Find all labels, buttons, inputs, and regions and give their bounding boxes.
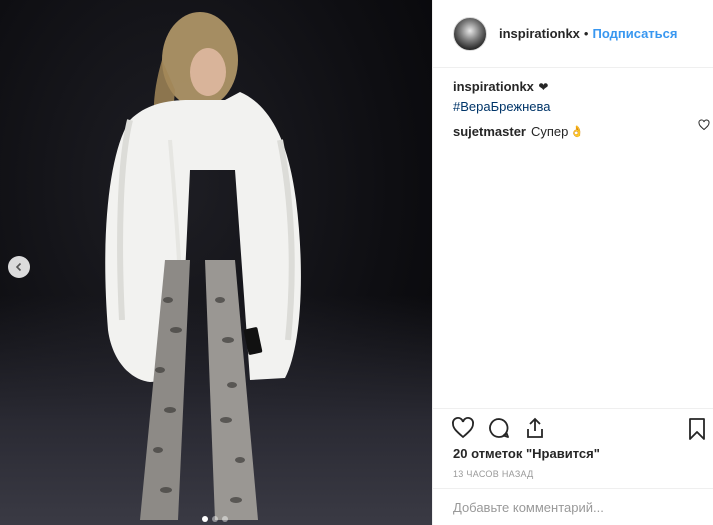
hashtag-link[interactable]: #ВераБрежнева (453, 99, 703, 114)
caption: inspirationkx ❤ #ВераБрежнева (453, 78, 703, 114)
comment-icon (489, 417, 509, 438)
post-header: inspirationkx • Подписаться (433, 0, 713, 68)
carousel-dot (222, 516, 228, 522)
comments-list: inspirationkx ❤ #ВераБрежнева sujetmaste… (453, 78, 710, 139)
comment-text: Супер (530, 124, 569, 139)
save-button[interactable] (686, 417, 708, 446)
heart-icon (698, 119, 710, 131)
carousel-dot (202, 516, 208, 522)
separator-bullet: • (583, 26, 589, 41)
follow-button[interactable]: Подписаться (592, 26, 677, 41)
avatar[interactable] (453, 16, 487, 51)
comment-like-button[interactable] (698, 118, 710, 136)
share-button[interactable] (523, 416, 547, 440)
post-timestamp[interactable]: 13 часов назад (453, 469, 534, 479)
chevron-left-icon (15, 262, 22, 272)
caption-emoji: ❤ (538, 80, 549, 94)
comment-input[interactable] (453, 499, 693, 515)
heart-icon (452, 416, 474, 438)
comment-item: sujetmaster Супер 👌 (453, 124, 703, 139)
comment-button[interactable] (487, 416, 511, 440)
caption-username[interactable]: inspirationkx (453, 79, 534, 94)
comment-username[interactable]: sujetmaster (453, 124, 526, 139)
comment-emoji: 👌 (570, 126, 585, 138)
post-photo[interactable] (0, 0, 432, 525)
carousel-indicator (202, 516, 228, 522)
header-username[interactable]: inspirationkx (499, 26, 580, 41)
likes-count[interactable]: 20 отметок "Нравится" (453, 446, 600, 461)
post-actions (433, 408, 713, 446)
like-button[interactable] (451, 416, 475, 440)
share-icon (527, 417, 543, 438)
carousel-prev-button[interactable] (8, 256, 30, 278)
add-comment-area (433, 488, 713, 525)
carousel-dot (212, 516, 218, 522)
photo-figure (105, 12, 301, 520)
bookmark-icon (689, 418, 705, 440)
post-sidebar: inspirationkx • Подписаться inspirationk… (432, 0, 713, 525)
